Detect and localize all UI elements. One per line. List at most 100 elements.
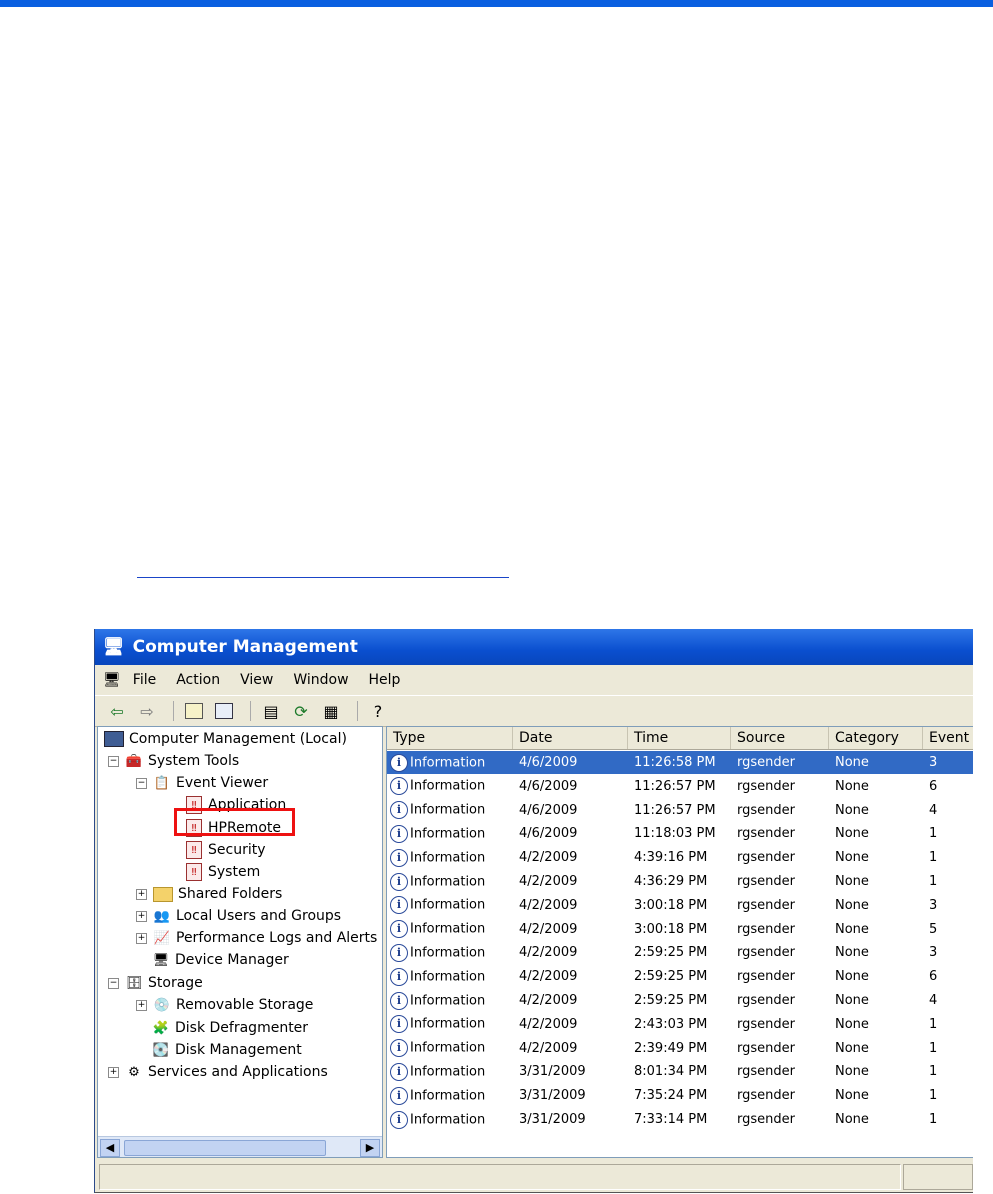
cell-text: 11:26:58 PM [634,755,716,770]
event-log-icon: ‼ [186,863,202,881]
tree-item-shared-folders[interactable]: + Shared Folders [136,883,282,905]
table-row[interactable]: i Information 3/31/2009 8:01:34 PM rgsender N… [387,1060,973,1083]
table-row[interactable]: i Information 4/2/2009 2:59:25 PM rgsender No… [387,941,973,964]
expand-icon[interactable]: + [136,910,147,922]
table-cell: i Information [387,1062,513,1081]
collapse-icon[interactable]: − [108,755,119,767]
table-row[interactable]: i Information 4/2/2009 3:00:18 PM rgsender No… [387,894,973,917]
menu-file[interactable]: File [133,672,156,688]
table-cell: rgsender [731,1041,829,1056]
system-menu-icon[interactable]: 🖥 [103,672,121,688]
cell-text: 4/2/2009 [519,897,578,913]
scroll-thumb[interactable] [124,1140,326,1156]
table-row[interactable]: i Information 3/31/2009 7:33:14 PM rgsender N… [387,1108,973,1131]
cell-text: None [835,802,869,818]
title-bar[interactable]: 🖥 Computer Management [95,629,973,665]
export-list-icon[interactable]: ▦ [319,700,343,722]
table-row[interactable]: i Information 4/2/2009 4:36:29 PM rgsender No… [387,870,973,893]
table-cell: 7:35:24 PM [628,1088,731,1103]
column-header-time[interactable]: Time [628,727,731,749]
tree-item-local-users[interactable]: + 👥 Local Users and Groups [136,905,341,927]
cell-text: 11:18:03 PM [634,826,716,842]
tree-item-system-tools[interactable]: − 🧰 System Tools [108,750,239,772]
forward-arrow-icon[interactable]: ⇨ [135,700,159,722]
table-row[interactable]: i Information 4/6/2009 11:26:57 PM rgsender N… [387,775,973,798]
cell-text: None [835,778,869,794]
table-row[interactable]: i Information 4/2/2009 2:43:03 PM rgsender No… [387,1013,973,1036]
cell-text: 4/6/2009 [519,755,578,770]
table-cell: 3:00:18 PM [628,922,731,937]
show-hide-tree-icon[interactable] [212,700,236,722]
cell-text: 2:59:25 PM [634,993,708,1008]
scroll-left-icon[interactable]: ◀ [100,1139,120,1157]
table-row[interactable]: i Information 3/31/2009 7:35:24 PM rgsender N… [387,1084,973,1107]
column-header-source[interactable]: Source [731,727,829,749]
menu-window[interactable]: Window [293,672,348,688]
expand-icon[interactable]: + [108,1066,119,1078]
refresh-icon[interactable]: ⟳ [289,700,313,722]
tree-item-performance-logs[interactable]: + 📈 Performance Logs and Alerts [136,927,377,949]
table-cell: 11:26:58 PM [628,755,731,770]
table-row[interactable]: i Information 4/2/2009 4:39:16 PM rgsender No… [387,846,973,869]
tree-horizontal-scrollbar[interactable]: ◀ ▶ [98,1136,382,1157]
table-cell: i Information [387,991,513,1010]
tree-item-removable-storage[interactable]: + 💿 Removable Storage [136,994,313,1016]
tree-item-disk-management[interactable]: 💽 Disk Management [152,1039,302,1061]
menu-action[interactable]: Action [176,672,220,688]
tree-item-disk-defragmenter[interactable]: 🧩 Disk Defragmenter [152,1017,308,1039]
column-header-category[interactable]: Category [829,727,923,749]
computer-icon: 🖥 [103,637,125,657]
table-row[interactable]: i Information 4/2/2009 2:59:25 PM rgsender No… [387,965,973,988]
scroll-right-icon[interactable]: ▶ [360,1139,380,1157]
table-row[interactable]: i Information 4/6/2009 11:18:03 PM rgsender N… [387,822,973,845]
cell-text: 4/2/2009 [519,921,578,937]
information-icon: i [390,943,408,962]
table-row[interactable]: i Information 4/6/2009 11:26:57 PM rgsender N… [387,799,973,822]
tree-item-services-applications[interactable]: + ⚙ Services and Applications [108,1061,328,1083]
column-header-type[interactable]: Type [387,727,513,749]
tree-item-event-viewer[interactable]: − 📋 Event Viewer [136,772,268,794]
column-header-date[interactable]: Date [513,727,628,749]
expand-icon[interactable]: + [136,999,147,1011]
tree-item-computer-management[interactable]: Computer Management (Local) [104,728,347,750]
help-icon[interactable]: ? [366,700,390,722]
cell-text: None [835,1064,869,1080]
cell-text: None [835,897,869,913]
tree-item-security[interactable]: ‼ Security [186,839,266,861]
table-row[interactable]: i Information 4/2/2009 3:00:18 PM rgsender No… [387,918,973,941]
menu-help[interactable]: Help [369,672,401,688]
tree-item-device-manager[interactable]: 🖥 Device Manager [152,949,289,971]
cell-text: Information [410,993,486,1008]
defrag-icon: 🧩 [152,1020,170,1036]
table-row[interactable]: i Information 4/2/2009 2:39:49 PM rgsender No… [387,1037,973,1060]
collapse-icon[interactable]: − [108,977,119,989]
column-header-event[interactable]: Event [923,727,973,749]
cell-text: 4/6/2009 [519,778,578,794]
properties-icon[interactable]: ▤ [259,700,283,722]
tree-item-system[interactable]: ‼ System [186,861,260,883]
up-folder-icon[interactable] [182,700,206,722]
table-row[interactable]: i Information 4/2/2009 2:59:25 PM rgsender No… [387,989,973,1012]
tree-item-label: Storage [148,975,203,991]
back-arrow-icon[interactable]: ⇦ [105,700,129,722]
table-cell: 4/6/2009 [513,779,628,794]
table-cell: 1 [923,1041,973,1056]
expand-icon[interactable]: + [136,932,147,944]
cell-text: 11:26:57 PM [634,778,716,794]
table-row[interactable]: i Information 4/6/2009 11:26:58 PM rgsender N… [387,751,973,774]
menu-view[interactable]: View [240,672,273,688]
storage-icon: 🗄 [125,975,143,991]
toolbar: ⇦ ⇨ ▤ ⟳ ▦ ? [95,695,973,727]
expand-icon[interactable]: + [136,888,147,900]
collapse-icon[interactable]: − [136,777,147,789]
table-cell: None [829,850,923,865]
cell-text: 3:00:18 PM [634,921,708,937]
cell-text: Information [410,874,486,889]
cell-text: 4/2/2009 [519,993,578,1008]
tree-item-storage[interactable]: − 🗄 Storage [108,972,203,994]
information-icon: i [390,1015,408,1034]
cell-text: rgsender [737,802,795,818]
tree-item-label: Disk Defragmenter [175,1020,309,1036]
cell-text: 2:59:25 PM [634,945,708,961]
cell-text: rgsender [737,778,795,794]
